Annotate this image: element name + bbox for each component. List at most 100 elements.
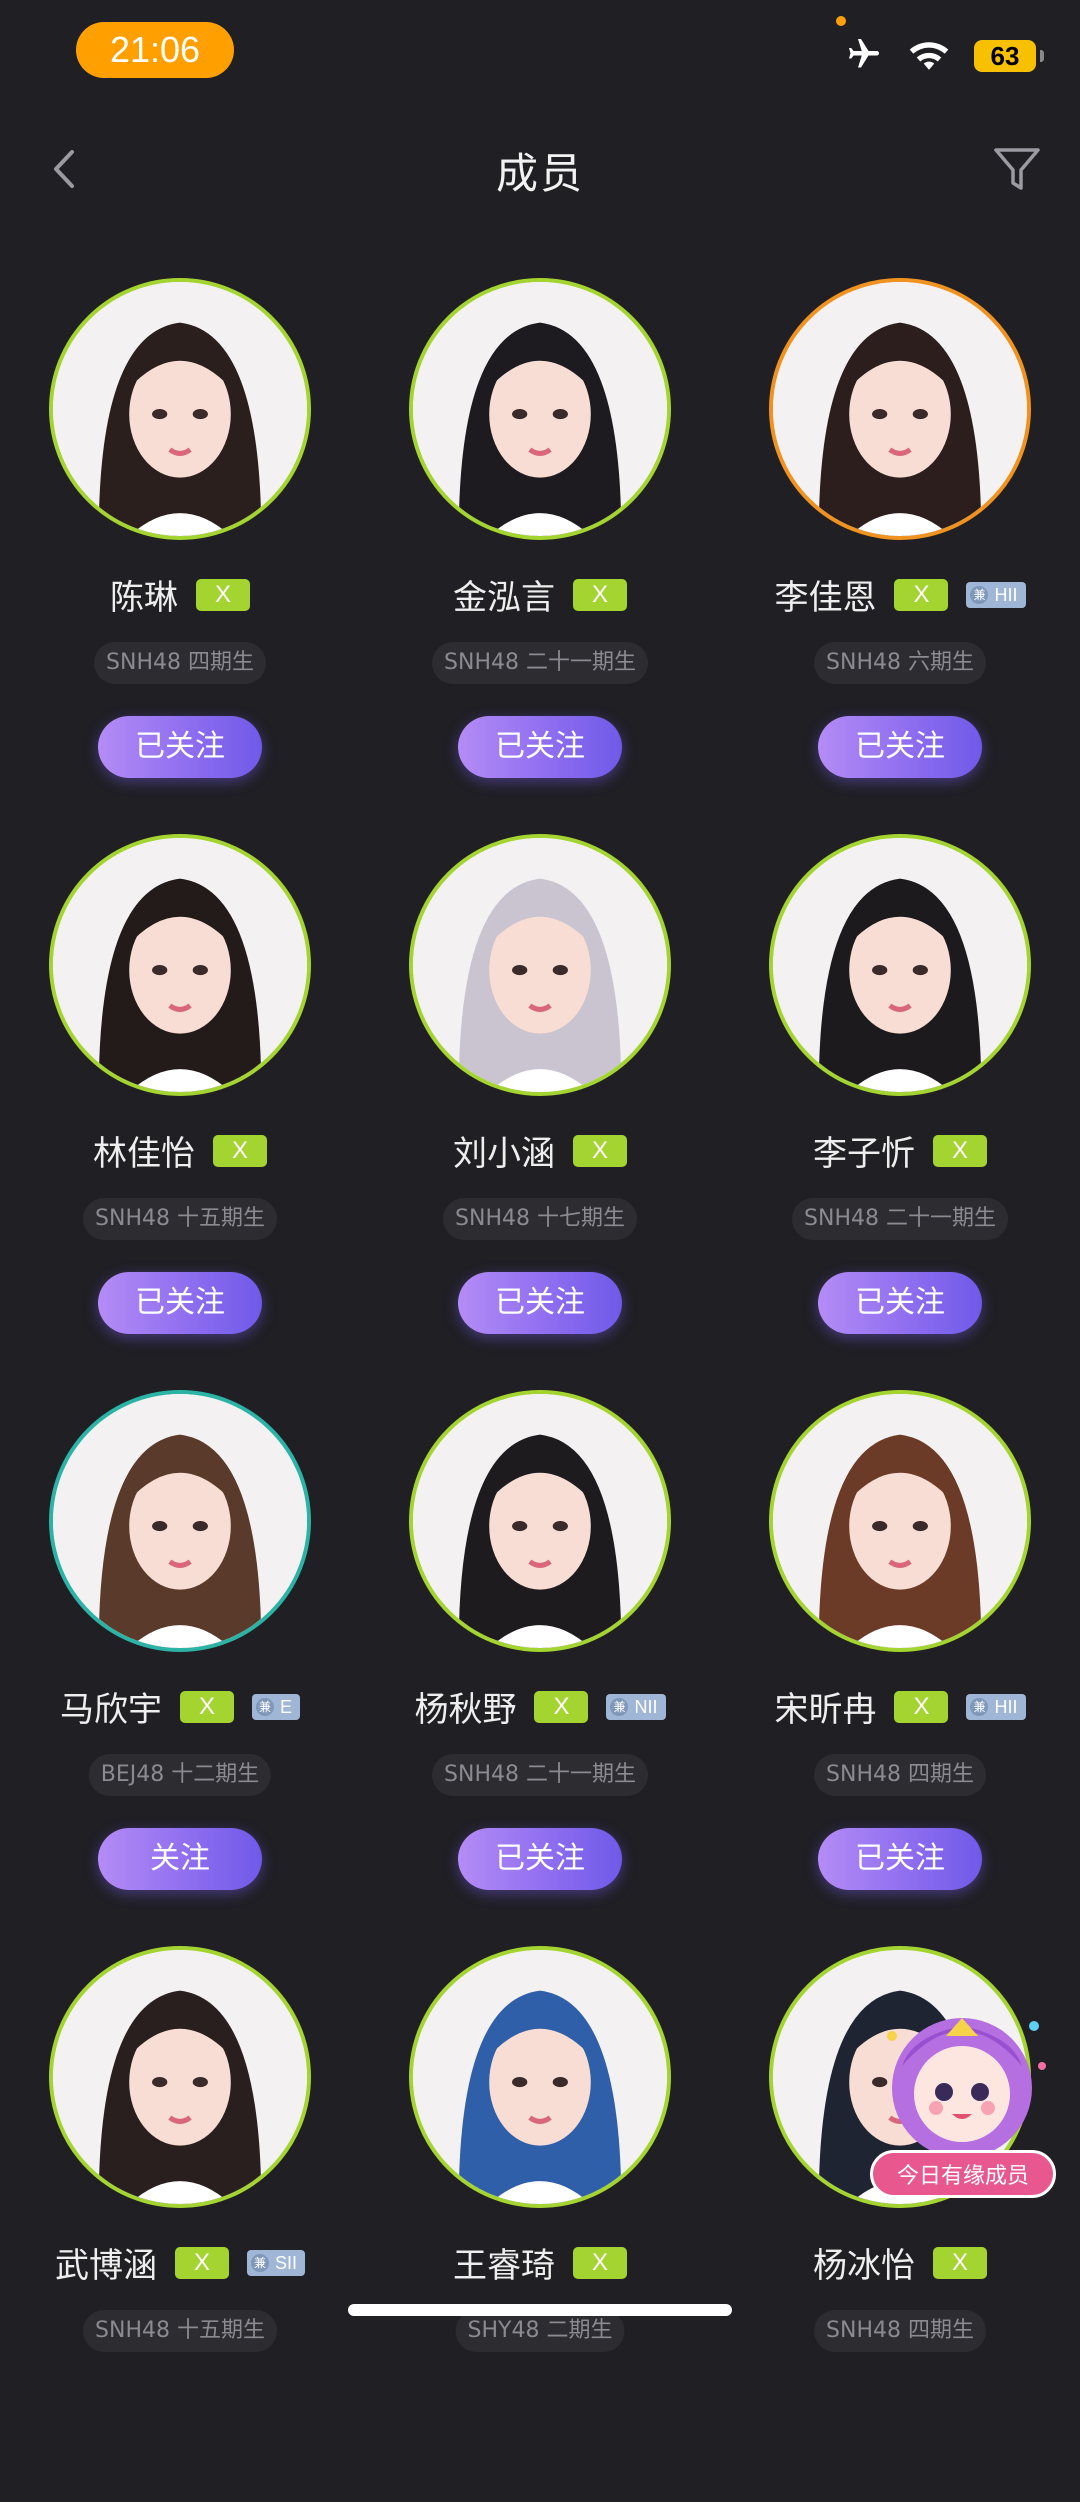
portrait-image bbox=[773, 282, 1027, 536]
dual-team-label: NII bbox=[634, 1696, 658, 1717]
member-name: 马欣宇 bbox=[59, 1690, 162, 1730]
member-card[interactable]: 金泓言 X SNH48 二十一期生 已关注 bbox=[360, 278, 720, 834]
generation-label: SNH48 二十一期生 bbox=[432, 642, 648, 684]
generation-label: SNH48 四期生 bbox=[94, 642, 266, 684]
battery-icon: 63 bbox=[974, 40, 1044, 72]
member-avatar[interactable] bbox=[409, 834, 671, 1096]
dual-prefix: 兼 bbox=[250, 2253, 269, 2272]
member-avatar[interactable] bbox=[769, 1390, 1031, 1652]
privacy-indicator-dot bbox=[836, 16, 846, 26]
dual-team-label: E bbox=[279, 1696, 292, 1717]
member-avatar[interactable] bbox=[409, 278, 671, 540]
member-name: 王睿琦 bbox=[453, 2246, 555, 2286]
team-badge: X bbox=[174, 2246, 229, 2279]
member-name: 武博涵 bbox=[54, 2246, 157, 2286]
member-name-row: 杨秋野 X 兼 NII bbox=[360, 1682, 720, 1731]
dual-prefix: 兼 bbox=[255, 1697, 274, 1716]
follow-button[interactable]: 已关注 bbox=[98, 716, 262, 778]
home-indicator bbox=[348, 2304, 732, 2316]
generation-label: BEJ48 十二期生 bbox=[88, 1754, 272, 1796]
follow-button[interactable]: 关注 bbox=[98, 1828, 262, 1890]
portrait-image bbox=[413, 1394, 667, 1648]
member-name-row: 王睿琦 X bbox=[360, 2238, 720, 2287]
member-avatar[interactable] bbox=[409, 1946, 671, 2208]
generation-label: SNH48 十五期生 bbox=[83, 2310, 277, 2352]
member-card[interactable]: 王睿琦 X SHY48 二期生 bbox=[360, 1946, 720, 2502]
member-name: 宋昕冉 bbox=[774, 1690, 877, 1730]
portrait-image bbox=[53, 838, 307, 1092]
portrait-image bbox=[53, 1950, 307, 2204]
portrait-image bbox=[413, 282, 667, 536]
member-avatar[interactable] bbox=[49, 1390, 311, 1652]
member-card[interactable]: 宋昕冉 X 兼 HII SNH48 四期生已关注 bbox=[720, 1390, 1080, 1946]
member-card[interactable]: 李佳恩 X 兼 HII SNH48 六期生已关注 bbox=[720, 278, 1080, 834]
dual-prefix: 兼 bbox=[610, 1697, 629, 1716]
member-name-row: 武博涵 X 兼 SII bbox=[0, 2238, 360, 2287]
generation-label: SNH48 六期生 bbox=[814, 642, 986, 684]
team-badge: X bbox=[573, 578, 627, 611]
follow-button[interactable]: 已关注 bbox=[818, 1272, 982, 1334]
member-avatar[interactable] bbox=[49, 834, 311, 1096]
dual-team-badge: 兼 SII bbox=[246, 2249, 305, 2276]
team-badge: X bbox=[534, 1690, 589, 1723]
member-card[interactable]: 马欣宇 X 兼 E BEJ48 十二期生关注 bbox=[0, 1390, 360, 1946]
team-badge: X bbox=[933, 1134, 987, 1167]
portrait-image bbox=[773, 1394, 1027, 1648]
follow-button[interactable]: 已关注 bbox=[458, 1828, 622, 1890]
member-name-row: 李佳恩 X 兼 HII bbox=[720, 570, 1080, 619]
generation-label: SNH48 二十一期生 bbox=[792, 1198, 1008, 1240]
member-card[interactable]: 刘小涵 X SNH48 十七期生 已关注 bbox=[360, 834, 720, 1390]
portrait-image bbox=[413, 1950, 667, 2204]
member-card[interactable]: 武博涵 X 兼 SII SNH48 十五期生 bbox=[0, 1946, 360, 2502]
member-name: 李子忻 bbox=[813, 1134, 915, 1174]
follow-button[interactable]: 已关注 bbox=[98, 1272, 262, 1334]
dual-prefix: 兼 bbox=[970, 1697, 989, 1716]
generation-label: SNH48 四期生 bbox=[814, 1754, 986, 1796]
status-time: 21:06 bbox=[76, 22, 234, 78]
member-avatar[interactable] bbox=[769, 834, 1031, 1096]
member-name-row: 宋昕冉 X 兼 HII bbox=[720, 1682, 1080, 1731]
follow-button[interactable]: 已关注 bbox=[818, 716, 982, 778]
portrait-image bbox=[53, 1394, 307, 1648]
dual-team-badge: 兼 NII bbox=[606, 1693, 666, 1720]
generation-label: SNH48 十五期生 bbox=[83, 1198, 277, 1240]
member-name-row: 马欣宇 X 兼 E bbox=[0, 1682, 360, 1731]
status-icons: 63 bbox=[844, 36, 1044, 76]
portrait-image bbox=[53, 282, 307, 536]
member-name: 陈琳 bbox=[110, 578, 178, 618]
member-name-row: 林佳怡 X bbox=[0, 1126, 360, 1175]
portrait-image bbox=[773, 838, 1027, 1092]
team-badge: X bbox=[573, 2246, 627, 2279]
filter-button[interactable] bbox=[990, 142, 1044, 196]
dual-team-badge: 兼 HII bbox=[966, 581, 1026, 608]
funnel-icon bbox=[994, 148, 1040, 190]
member-avatar[interactable] bbox=[409, 1390, 671, 1652]
member-name: 杨冰怡 bbox=[813, 2246, 915, 2286]
member-name: 林佳怡 bbox=[93, 1134, 195, 1174]
member-card[interactable]: 林佳怡 X SNH48 十五期生已关注 bbox=[0, 834, 360, 1390]
dual-prefix: 兼 bbox=[970, 585, 989, 604]
member-avatar[interactable] bbox=[49, 278, 311, 540]
generation-label: SHY48 二期生 bbox=[455, 2310, 625, 2352]
member-avatar[interactable] bbox=[49, 1946, 311, 2208]
team-badge: X bbox=[894, 578, 949, 611]
member-card[interactable]: 李子忻 X SNH48 二十一期生已关注 bbox=[720, 834, 1080, 1390]
follow-button[interactable]: 已关注 bbox=[458, 1272, 622, 1334]
dual-team-label: SII bbox=[274, 2252, 297, 2273]
page-title: 成员 bbox=[495, 149, 584, 198]
member-name-row: 陈琳 X bbox=[0, 570, 360, 619]
follow-button[interactable]: 已关注 bbox=[818, 1828, 982, 1890]
member-card[interactable]: 陈琳 X SNH48 四期生已关注 bbox=[0, 278, 360, 834]
member-name-row: 李子忻 X bbox=[720, 1126, 1080, 1175]
lucky-member-label: 今日有缘成员 bbox=[870, 2150, 1056, 2198]
follow-button[interactable]: 已关注 bbox=[458, 716, 622, 778]
portrait-image bbox=[413, 838, 667, 1092]
member-avatar[interactable] bbox=[769, 278, 1031, 540]
member-card[interactable]: 杨秋野 X 兼 NII SNH48 二十一期生 已关注 bbox=[360, 1390, 720, 1946]
lucky-member-widget[interactable]: 今日有缘成员 bbox=[862, 1996, 1062, 2206]
nav-bar: 成员 bbox=[0, 130, 1080, 210]
dual-team-label: HII bbox=[994, 584, 1018, 605]
member-name: 杨秋野 bbox=[414, 1690, 517, 1730]
member-name: 李佳恩 bbox=[774, 578, 877, 618]
team-badge: X bbox=[933, 2246, 987, 2279]
